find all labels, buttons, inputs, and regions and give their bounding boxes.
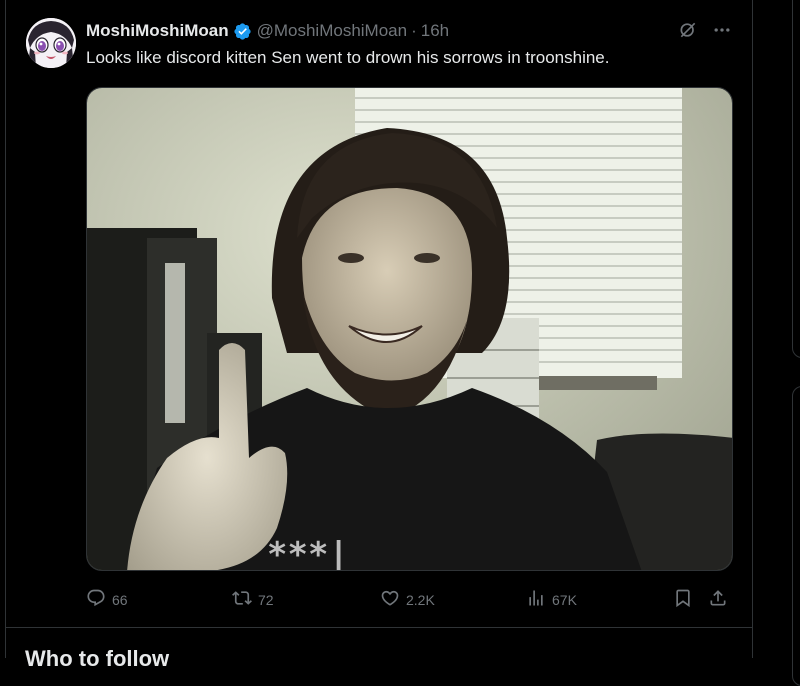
timestamp[interactable]: 16h bbox=[421, 20, 449, 42]
share-icon bbox=[708, 588, 728, 611]
repost-icon bbox=[232, 588, 252, 611]
reply-button[interactable]: 66 bbox=[86, 588, 128, 611]
reply-count: 66 bbox=[112, 591, 128, 608]
sidebar-card bbox=[792, 0, 800, 358]
views-count: 67K bbox=[552, 591, 577, 608]
share-button[interactable] bbox=[708, 588, 728, 611]
tweet-photo[interactable]: ***| bbox=[86, 87, 733, 571]
like-count: 2.2K bbox=[406, 591, 435, 608]
repost-count: 72 bbox=[258, 591, 274, 608]
display-name[interactable]: MoshiMoshiMoan bbox=[86, 20, 229, 42]
reply-icon bbox=[86, 588, 106, 611]
tweet-actions: 66 72 2.2K 67K bbox=[86, 588, 734, 612]
avatar[interactable] bbox=[26, 18, 76, 68]
tweet-top-actions bbox=[678, 20, 732, 45]
verified-badge-icon[interactable] bbox=[233, 22, 252, 41]
like-button[interactable]: 2.2K bbox=[380, 588, 435, 611]
repost-button[interactable]: 72 bbox=[232, 588, 274, 611]
user-handle[interactable]: @MoshiMoshiMoan bbox=[257, 20, 407, 42]
bookmark-icon bbox=[673, 588, 693, 611]
svg-text:***|: ***| bbox=[267, 535, 349, 571]
who-to-follow-heading: Who to follow bbox=[25, 646, 170, 671]
bookmark-button[interactable] bbox=[673, 588, 693, 611]
grok-icon[interactable] bbox=[678, 20, 698, 45]
tweet-header: MoshiMoshiMoan @MoshiMoshiMoan · 16h bbox=[86, 20, 449, 42]
analytics-icon bbox=[526, 588, 546, 611]
tweet-text: Looks like discord kitten Sen went to dr… bbox=[86, 48, 610, 67]
views-button[interactable]: 67K bbox=[526, 588, 577, 611]
more-icon[interactable] bbox=[712, 20, 732, 45]
separator: · bbox=[411, 21, 417, 40]
tweet[interactable]: MoshiMoshiMoan @MoshiMoshiMoan · 16h Loo bbox=[6, 0, 752, 628]
sidebar-card bbox=[792, 386, 800, 686]
heart-icon bbox=[380, 588, 400, 611]
